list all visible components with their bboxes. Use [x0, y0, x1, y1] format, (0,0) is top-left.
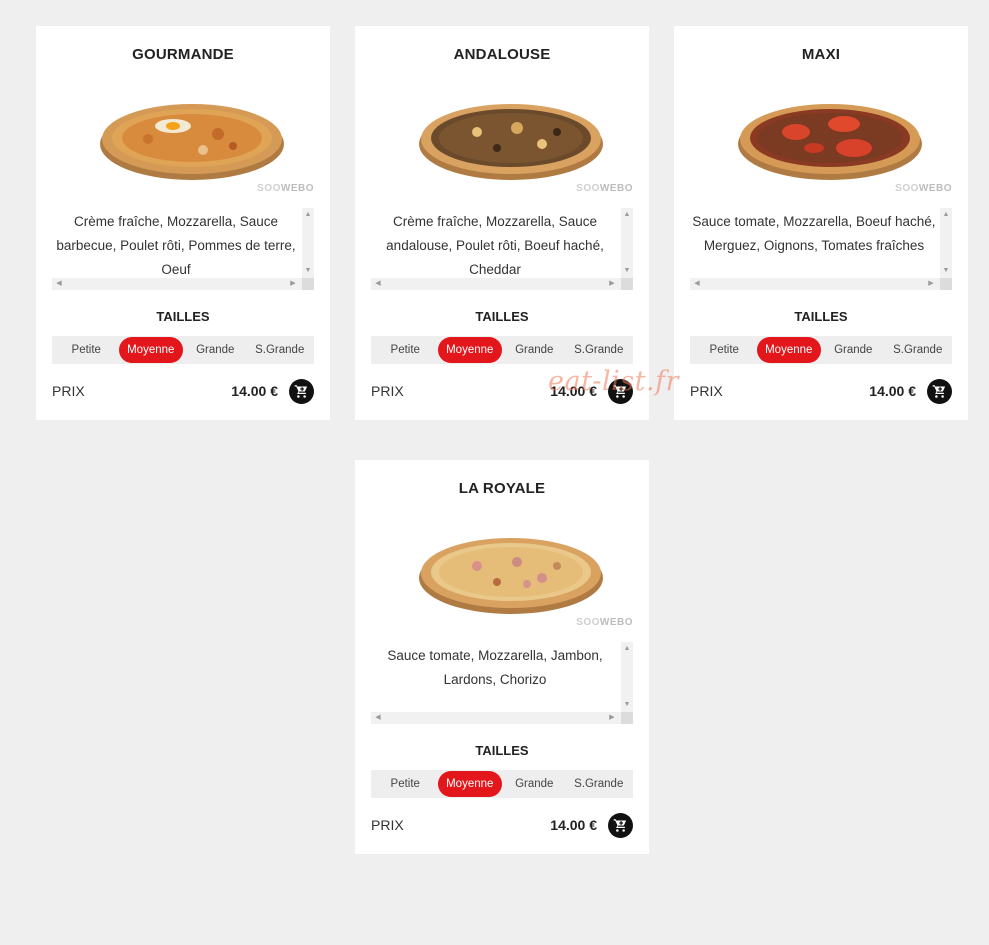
size-option-petite[interactable]: Petite	[373, 771, 438, 797]
add-to-cart-button[interactable]	[927, 379, 952, 404]
size-option-grande[interactable]: Grande	[502, 771, 567, 797]
size-selector: Petite Moyenne Grande S.Grande	[371, 336, 633, 364]
size-option-moyenne[interactable]: Moyenne	[756, 337, 821, 363]
scroll-down-icon[interactable]: ▼	[940, 266, 952, 276]
price-label: PRIX	[690, 383, 723, 399]
product-description: Crème fraîche, Mozzarella, Sauce andalou…	[386, 214, 604, 277]
product-description: Sauce tomate, Mozzarella, Jambon, Lardon…	[387, 648, 603, 687]
product-description: Sauce tomate, Mozzarella, Boeuf haché, M…	[692, 214, 936, 253]
scroll-right-icon[interactable]: ▶	[288, 278, 298, 290]
description-box[interactable]: Sauce tomate, Mozzarella, Jambon, Lardon…	[371, 642, 633, 724]
add-to-cart-button[interactable]	[608, 813, 633, 838]
price-row: PRIX 14.00 €	[52, 378, 314, 406]
product-description: Crème fraîche, Mozzarella, Sauce barbecu…	[56, 214, 296, 277]
scroll-left-icon[interactable]: ◀	[373, 278, 383, 290]
product-card: LA ROYALE SOOWEBO Sauce tomate, Mozzarel…	[355, 460, 649, 854]
product-title: ANDALOUSE	[453, 46, 551, 63]
price-label: PRIX	[371, 383, 404, 399]
soowebo-logo: SOOWEBO	[895, 183, 952, 194]
soowebo-logo: SOOWEBO	[576, 183, 633, 194]
scroll-right-icon[interactable]: ▶	[926, 278, 936, 290]
vertical-scrollbar[interactable]: ▲ ▼	[302, 208, 314, 278]
price-value: 14.00 €	[231, 383, 278, 399]
price-value: 14.00 €	[869, 383, 916, 399]
size-option-petite[interactable]: Petite	[692, 337, 757, 363]
size-option-grande[interactable]: Grande	[502, 337, 567, 363]
horizontal-scrollbar[interactable]: ◀ ▶	[690, 278, 952, 290]
size-option-petite[interactable]: Petite	[54, 337, 119, 363]
scroll-down-icon[interactable]: ▼	[621, 266, 633, 276]
pizza-image: SOOWEBO	[407, 84, 633, 194]
price-value: 14.00 €	[550, 383, 597, 399]
size-option-petite[interactable]: Petite	[373, 337, 438, 363]
price-row: PRIX 14.00 €	[371, 812, 633, 840]
description-box[interactable]: Crème fraîche, Mozzarella, Sauce barbecu…	[52, 208, 314, 290]
scroll-left-icon[interactable]: ◀	[692, 278, 702, 290]
scroll-up-icon[interactable]: ▲	[302, 210, 314, 220]
size-selector: Petite Moyenne Grande S.Grande	[690, 336, 952, 364]
add-to-cart-button[interactable]	[608, 379, 633, 404]
scroll-down-icon[interactable]: ▼	[302, 266, 314, 276]
vertical-scrollbar[interactable]: ▲ ▼	[940, 208, 952, 278]
size-selector: Petite Moyenne Grande S.Grande	[52, 336, 314, 364]
vertical-scrollbar[interactable]: ▲ ▼	[621, 642, 633, 712]
horizontal-scrollbar[interactable]: ◀ ▶	[371, 278, 633, 290]
scroll-up-icon[interactable]: ▲	[621, 644, 633, 654]
shopping-cart-icon	[932, 385, 946, 398]
size-option-sgrande[interactable]: S.Grande	[248, 337, 313, 363]
pizza-image: SOOWEBO	[88, 84, 314, 194]
scrollbar-corner	[621, 278, 633, 290]
shopping-cart-icon	[613, 385, 627, 398]
sizes-heading: TAILLES	[475, 743, 529, 758]
price-value: 14.00 €	[550, 817, 597, 833]
size-option-sgrande[interactable]: S.Grande	[567, 771, 632, 797]
product-title: MAXI	[801, 46, 841, 63]
scroll-up-icon[interactable]: ▲	[940, 210, 952, 220]
soowebo-logo: SOOWEBO	[576, 617, 633, 628]
price-row: PRIX 14.00 €	[690, 378, 952, 406]
scroll-right-icon[interactable]: ▶	[607, 278, 617, 290]
price-label: PRIX	[52, 383, 85, 399]
sizes-heading: TAILLES	[156, 309, 210, 324]
price-row: PRIX 14.00 €	[371, 378, 633, 406]
product-card: ANDALOUSE SOOWEBO Crème fraîche, Mozzare…	[355, 26, 649, 420]
size-option-moyenne[interactable]: Moyenne	[437, 337, 502, 363]
horizontal-scrollbar[interactable]: ◀ ▶	[371, 712, 633, 724]
product-title: GOURMANDE	[132, 46, 234, 63]
pizza-image: SOOWEBO	[407, 518, 633, 628]
description-box[interactable]: Sauce tomate, Mozzarella, Boeuf haché, M…	[690, 208, 952, 290]
scrollbar-corner	[302, 278, 314, 290]
size-option-sgrande[interactable]: S.Grande	[886, 337, 951, 363]
scroll-down-icon[interactable]: ▼	[621, 700, 633, 710]
sizes-heading: TAILLES	[794, 309, 848, 324]
product-card: GOURMANDE SOOWEBO Crème fraîche, Mozzare…	[36, 26, 330, 420]
size-option-moyenne[interactable]: Moyenne	[118, 337, 183, 363]
sizes-heading: TAILLES	[475, 309, 529, 324]
size-option-moyenne[interactable]: Moyenne	[437, 771, 502, 797]
size-option-grande[interactable]: Grande	[183, 337, 248, 363]
scroll-right-icon[interactable]: ▶	[607, 712, 617, 724]
product-card: MAXI SOOWEBO Sauce tomate, Mozzarella, B…	[674, 26, 968, 420]
soowebo-logo: SOOWEBO	[257, 183, 314, 194]
scroll-left-icon[interactable]: ◀	[54, 278, 64, 290]
scroll-up-icon[interactable]: ▲	[621, 210, 633, 220]
price-label: PRIX	[371, 817, 404, 833]
horizontal-scrollbar[interactable]: ◀ ▶	[52, 278, 314, 290]
product-title: LA ROYALE	[458, 480, 546, 497]
size-option-sgrande[interactable]: S.Grande	[567, 337, 632, 363]
scrollbar-corner	[621, 712, 633, 724]
add-to-cart-button[interactable]	[289, 379, 314, 404]
vertical-scrollbar[interactable]: ▲ ▼	[621, 208, 633, 278]
description-box[interactable]: Crème fraîche, Mozzarella, Sauce andalou…	[371, 208, 633, 290]
pizza-image: SOOWEBO	[726, 84, 952, 194]
shopping-cart-icon	[294, 385, 308, 398]
scrollbar-corner	[940, 278, 952, 290]
size-option-grande[interactable]: Grande	[821, 337, 886, 363]
size-selector: Petite Moyenne Grande S.Grande	[371, 770, 633, 798]
shopping-cart-icon	[613, 819, 627, 832]
scroll-left-icon[interactable]: ◀	[373, 712, 383, 724]
